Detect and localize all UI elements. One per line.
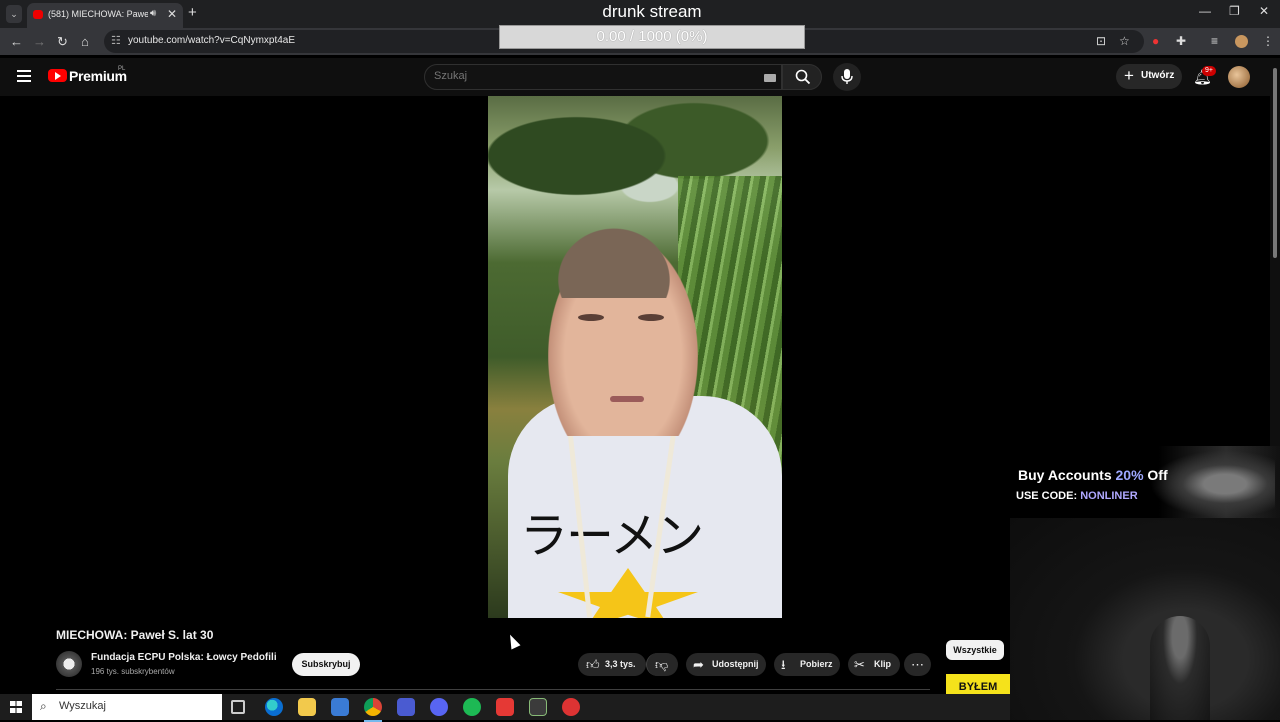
- discord-icon[interactable]: [430, 698, 448, 716]
- close-tab-icon[interactable]: ✕: [167, 7, 177, 21]
- menu-dots-icon[interactable]: ⋮: [1262, 34, 1274, 48]
- thumbs-down-icon: 👎︎: [655, 657, 669, 672]
- channel-avatar[interactable]: [56, 651, 82, 677]
- youtube-logo-icon[interactable]: [48, 69, 67, 82]
- streamer-webcam: [1010, 518, 1280, 720]
- app-icon-red-bolt[interactable]: [496, 698, 514, 716]
- voice-search-button[interactable]: [833, 63, 861, 91]
- more-dots-icon: ⋯: [911, 657, 924, 672]
- windows-taskbar: ⌕ Wyszukaj: [0, 694, 1010, 722]
- app-icon-league[interactable]: [529, 698, 547, 716]
- share-arrow-icon: ➦: [693, 657, 704, 672]
- mouse-cursor-icon: [505, 632, 521, 650]
- plus-icon: +: [1124, 66, 1134, 85]
- mail-icon[interactable]: [331, 698, 349, 716]
- ad-code-line: USE CODE: NONLINER: [1016, 490, 1138, 502]
- search-icon: [795, 69, 811, 85]
- download-button[interactable]: ⭳ Pobierz: [774, 653, 840, 676]
- clip-label: Klip: [874, 659, 891, 669]
- taskbar-search-label: Wyszukaj: [59, 700, 106, 712]
- subscribe-button[interactable]: Subskrybuj: [292, 653, 360, 676]
- scissors-icon: ✂: [854, 657, 865, 672]
- reload-icon[interactable]: ↻: [57, 34, 68, 50]
- filter-chip-all[interactable]: Wszystkie: [946, 640, 1004, 660]
- search-button[interactable]: [782, 64, 822, 90]
- site-info-icon[interactable]: ☷: [111, 34, 121, 47]
- shirt-lettering: ラーメン: [520, 508, 704, 564]
- url-text: youtube.com/watch?v=CqNymxpt4aE: [128, 35, 296, 46]
- video-eye-right: [638, 314, 664, 321]
- windows-start-icon[interactable]: [10, 701, 22, 713]
- menu-hamburger-icon[interactable]: [17, 70, 31, 85]
- video-mouth: [610, 396, 644, 402]
- create-button[interactable]: + Utwórz: [1116, 64, 1182, 89]
- webcam-person: [1150, 616, 1210, 720]
- extension-red-icon[interactable]: ●: [1152, 34, 1159, 48]
- app-icon-obs[interactable]: [562, 698, 580, 716]
- profile-avatar-icon[interactable]: [1235, 35, 1248, 48]
- like-count: 3,3 tys.: [605, 659, 636, 669]
- spotify-icon[interactable]: [463, 698, 481, 716]
- back-icon[interactable]: ←: [10, 34, 23, 49]
- video-eye-left: [578, 314, 604, 321]
- extensions-puzzle-icon[interactable]: ✚: [1176, 34, 1186, 48]
- ad-headline-prefix: Buy Accounts: [1018, 467, 1116, 483]
- youtube-header: Premium PL + Utwórz 🔔︎ 9+: [0, 58, 1270, 96]
- video-hair: [536, 208, 692, 298]
- keyboard-icon[interactable]: [764, 74, 776, 82]
- audio-playing-icon[interactable]: 🔊︎: [150, 8, 156, 19]
- country-code: PL: [118, 66, 126, 72]
- close-window-icon[interactable]: ✕: [1259, 4, 1269, 18]
- ad-discount: 20%: [1115, 467, 1144, 483]
- ad-artwork: [1150, 450, 1275, 518]
- scrollbar-thumb[interactable]: [1273, 68, 1277, 258]
- tab-title: (581) MIECHOWA: Paweł S. lat 30: [48, 9, 148, 19]
- download-icon: ⭳: [781, 657, 786, 672]
- share-button[interactable]: ➦ Udostępnij: [686, 653, 766, 676]
- youtube-favicon-icon: [33, 10, 43, 19]
- ad-headline: Buy Accounts 20% Off: [1018, 467, 1168, 483]
- new-tab-icon[interactable]: +: [188, 4, 197, 21]
- tab-search-icon[interactable]: ⌄: [6, 5, 22, 23]
- install-app-icon[interactable]: ⊡: [1096, 34, 1106, 48]
- description-divider: [56, 689, 930, 690]
- ad-code-prefix: USE CODE:: [1016, 490, 1081, 502]
- ad-code: NONLINER: [1080, 490, 1138, 502]
- search-icon: ⌕: [40, 699, 47, 713]
- ad-headline-suffix: Off: [1143, 467, 1168, 483]
- clip-button[interactable]: ✂ Klip: [848, 653, 900, 676]
- forward-icon[interactable]: →: [33, 34, 46, 49]
- chrome-icon[interactable]: [364, 698, 382, 722]
- download-label: Pobierz: [800, 659, 833, 669]
- home-icon[interactable]: ⌂: [81, 34, 89, 49]
- create-label: Utwórz: [1141, 70, 1175, 81]
- restore-icon[interactable]: ❐: [1229, 4, 1240, 18]
- like-button[interactable]: 👍︎ 3,3 tys.: [578, 653, 646, 676]
- dislike-button[interactable]: 👎︎: [646, 653, 678, 676]
- taskbar-search[interactable]: ⌕ Wyszukaj: [32, 694, 222, 720]
- microphone-icon: [841, 69, 853, 84]
- app-icon-blue[interactable]: [397, 698, 415, 716]
- stream-title: drunk stream: [602, 2, 702, 21]
- channel-name[interactable]: Fundacja ECPU Polska: Łowcy Pedofili: [91, 652, 277, 663]
- thumbs-up-icon: 👍︎: [586, 657, 600, 672]
- more-actions-button[interactable]: ⋯: [904, 653, 931, 676]
- media-controls-icon[interactable]: ≡: [1211, 34, 1218, 48]
- recommended-thumbnail[interactable]: BYŁEM: [946, 674, 1010, 694]
- search-input[interactable]: [434, 70, 754, 82]
- file-explorer-icon[interactable]: [298, 698, 316, 716]
- search-box[interactable]: [424, 64, 782, 90]
- browser-tab[interactable]: (581) MIECHOWA: Paweł S. lat 30 🔊︎ ✕: [27, 3, 183, 28]
- stream-goal-progress: 0.00 / 1000 (0%): [499, 25, 805, 49]
- video-title: MIECHOWA: Paweł S. lat 30: [56, 628, 214, 642]
- minimize-icon[interactable]: —: [1199, 4, 1211, 18]
- notification-badge: 9+: [1202, 66, 1216, 76]
- video-player[interactable]: ラーメン: [488, 96, 782, 618]
- bookmark-star-icon[interactable]: ☆: [1119, 34, 1130, 48]
- share-label: Udostępnij: [712, 659, 759, 669]
- edge-icon[interactable]: [265, 698, 283, 716]
- account-avatar[interactable]: [1228, 66, 1250, 88]
- task-view-icon[interactable]: [231, 700, 245, 714]
- subscriber-count: 196 tys. subskrybentów: [91, 667, 175, 676]
